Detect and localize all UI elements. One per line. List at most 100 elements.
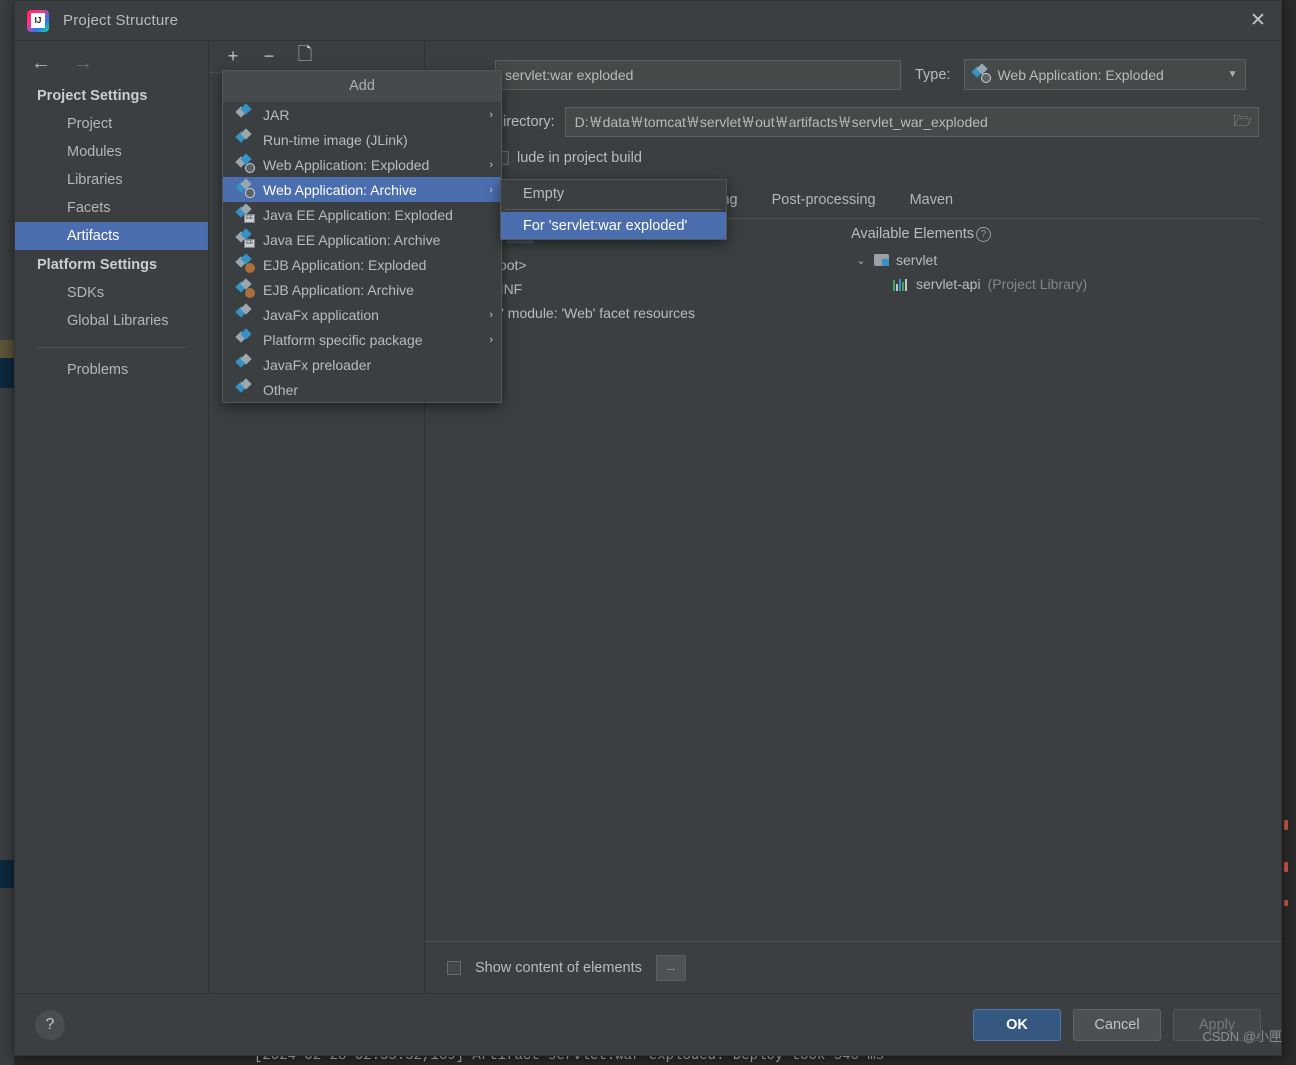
add-menu-title: Add [223, 71, 501, 102]
dialog-title: Project Structure [63, 12, 179, 29]
sidebar-group-project-settings: Project Settings [37, 88, 148, 104]
details-bottom-bar: Show content of elements ... [425, 941, 1281, 993]
tab-maven[interactable]: Maven [910, 192, 954, 210]
menu-item-javafx-application[interactable]: JavaFx application › [223, 302, 501, 327]
output-directory-value: D:￦data￦tomcat￦servlet￦out￦artifacts￦ser… [574, 114, 988, 130]
menu-item-web-application-exploded[interactable]: Web Application: Exploded › [223, 152, 501, 177]
plus-icon[interactable]: + [223, 46, 243, 67]
sidebar-item-libraries[interactable]: Libraries [15, 166, 208, 194]
javaee-archive-icon: EE [235, 228, 255, 248]
menu-item-javaee-application-archive[interactable]: EE Java EE Application: Archive [223, 227, 501, 252]
chevron-right-icon: › [489, 108, 493, 121]
menu-item-label: JAR [263, 106, 290, 123]
chevron-right-icon: › [489, 158, 493, 171]
copy-icon[interactable]: 🗋 [295, 44, 315, 67]
ejb-archive-icon [235, 278, 255, 298]
help-button[interactable]: ? [35, 1009, 65, 1040]
sidebar-item-artifacts[interactable]: Artifacts [15, 222, 208, 250]
artifact-type-value: Web Application: Exploded [997, 66, 1164, 83]
web-exploded-icon [971, 63, 992, 83]
chevron-down-icon: ▼ [1227, 69, 1238, 80]
tree-node-suffix: (Project Library) [987, 276, 1088, 292]
artifacts-toolbar: + − 🗋 [209, 41, 424, 73]
jar-icon [235, 103, 254, 122]
artifact-name-row: servlet:war exploded Type: Web Applicati… [425, 41, 1281, 90]
minus-icon[interactable]: − [259, 46, 279, 67]
menu-item-web-application-archive[interactable]: Web Application: Archive › [223, 177, 501, 202]
back-arrow-icon[interactable]: ← [31, 53, 51, 73]
available-elements-title: Available Elements [851, 226, 975, 242]
available-elements-tree[interactable]: ⌄ servlet servlet-api (Project Library) [843, 242, 1281, 296]
submenu-item-for-servlet-war-exploded[interactable]: For 'servlet:war exploded' [501, 212, 726, 239]
chevron-down-icon[interactable]: ⌄ [855, 254, 867, 267]
tree-row-servlet-api[interactable]: servlet-api (Project Library) [855, 272, 1281, 296]
menu-item-label: Web Application: Exploded [263, 156, 430, 173]
sidebar-item-problems[interactable]: Problems [15, 356, 208, 384]
menu-item-label: Java EE Application: Exploded [263, 206, 453, 223]
tab-post-processing[interactable]: Post-processing [772, 192, 876, 210]
dialog-titlebar: Project Structure ✕ [15, 1, 1281, 41]
show-content-label: Show content of elements [475, 959, 642, 976]
artifact-type-dropdown[interactable]: Web Application: Exploded ▼ [964, 59, 1247, 90]
menu-item-runtime-image-jlink[interactable]: Run-time image (JLink) [223, 127, 501, 152]
artifact-name-input[interactable]: servlet:war exploded [495, 59, 901, 90]
platform-package-icon [235, 328, 254, 347]
csdn-watermark: CSDN @小匣 [1202, 1029, 1282, 1044]
help-icon[interactable]: ? [976, 226, 992, 242]
sidebar-item-global-libraries[interactable]: Global Libraries [15, 307, 208, 335]
menu-item-label: Run-time image (JLink) [263, 131, 408, 148]
menu-item-jar[interactable]: JAR › [223, 102, 501, 127]
include-in-project-build-row[interactable]: lude in project build [425, 137, 1281, 166]
sidebar-item-project[interactable]: Project [15, 110, 208, 138]
directory-label: directory: [495, 114, 555, 130]
jlink-icon [235, 128, 254, 147]
background-right-strip [1282, 0, 1296, 1065]
output-directory-field[interactable]: D:￦data￦tomcat￦servlet￦out￦artifacts￦ser… [564, 107, 1259, 137]
layout-trees-row: + ▼2 tput root> VEB-INF ervlet' module: … [425, 219, 1281, 941]
web-archive-icon [235, 178, 255, 198]
close-icon[interactable]: ✕ [1235, 1, 1281, 40]
ok-button[interactable]: OK [973, 1008, 1061, 1041]
show-content-checkbox[interactable] [447, 960, 461, 975]
submenu-item-empty[interactable]: Empty [501, 180, 726, 207]
type-label: Type: [915, 66, 951, 83]
tree-row[interactable]: VEB-INF [467, 277, 835, 301]
javafx-preloader-icon [235, 353, 254, 372]
output-directory-row: directory: D:￦data￦tomcat￦servlet￦out￦ar… [425, 90, 1281, 137]
sidebar-divider [37, 347, 186, 348]
javafx-app-icon [235, 303, 254, 322]
menu-item-label: EJB Application: Archive [263, 281, 414, 298]
background-left-strip [0, 0, 14, 1065]
tree-row[interactable]: tput root> [467, 253, 835, 277]
menu-item-ejb-application-exploded[interactable]: EJB Application: Exploded [223, 252, 501, 277]
menu-item-label: JavaFx application [263, 306, 379, 323]
chevron-right-icon: › [489, 183, 493, 196]
menu-item-javafx-preloader[interactable]: JavaFx preloader [223, 352, 501, 377]
web-exploded-icon [235, 153, 255, 173]
module-folder-icon [874, 254, 889, 266]
navigation-arrows: ← → [15, 45, 208, 81]
available-elements-pane: Available Elements ? ⌄ servlet servlet-a… [835, 219, 1281, 941]
other-icon [235, 378, 254, 397]
cancel-button[interactable]: Cancel [1073, 1008, 1161, 1041]
tree-node-label: servlet-api [916, 276, 981, 292]
sidebar-group-platform-settings: Platform Settings [37, 257, 158, 273]
ellipsis-button[interactable]: ... [655, 954, 686, 981]
menu-item-label: JavaFx preloader [263, 356, 372, 373]
menu-item-javaee-application-exploded[interactable]: EE Java EE Application: Exploded [223, 202, 501, 227]
menu-item-ejb-application-archive[interactable]: EJB Application: Archive [223, 277, 501, 302]
menu-item-other[interactable]: Other [223, 377, 501, 402]
include-in-build-label: lude in project build [517, 150, 642, 166]
menu-item-platform-specific-package[interactable]: Platform specific package › [223, 327, 501, 352]
output-layout-tree[interactable]: tput root> VEB-INF ervlet' module: 'Web'… [447, 247, 835, 325]
available-elements-header: Available Elements ? [843, 219, 1281, 242]
sidebar-item-modules[interactable]: Modules [15, 138, 208, 166]
tree-row-servlet[interactable]: ⌄ servlet [855, 248, 1281, 272]
sidebar-item-facets[interactable]: Facets [15, 194, 208, 222]
sidebar-item-sdks[interactable]: SDKs [15, 279, 208, 307]
folder-browse-icon[interactable]: 🗁 [1229, 108, 1256, 136]
project-structure-dialog: Project Structure ✕ ← → Project Settings… [14, 0, 1282, 1056]
menu-item-label: Web Application: Archive [263, 181, 417, 198]
tree-row[interactable]: ervlet' module: 'Web' facet resources [467, 301, 835, 325]
add-artifact-menu: Add JAR › Run-time image (JLink) Web App… [222, 70, 502, 403]
